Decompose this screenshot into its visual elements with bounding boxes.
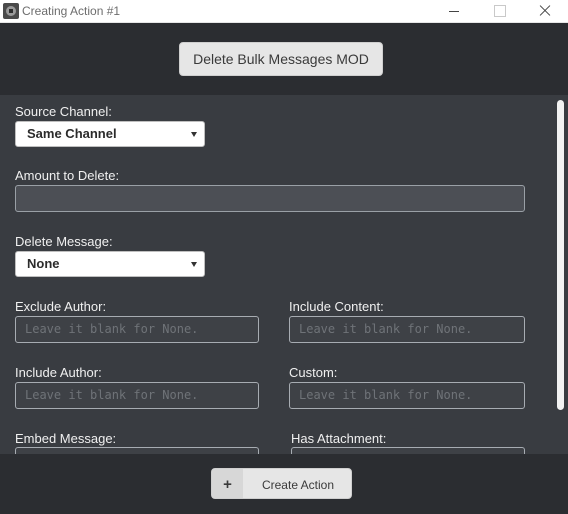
embed-message-select[interactable]: [15, 447, 259, 454]
include-author-label: Include Author:: [15, 365, 102, 380]
maximize-icon[interactable]: [477, 0, 522, 22]
include-content-input[interactable]: Leave it blank for None.: [289, 316, 525, 343]
form-panel: Source Channel: Same Channel Amount to D…: [0, 95, 568, 454]
has-attachment-select[interactable]: [291, 447, 525, 454]
delete-message-select[interactable]: None: [15, 251, 205, 277]
plus-icon: +: [212, 469, 243, 498]
header-area: Delete Bulk Messages MOD: [0, 23, 568, 95]
exclude-author-input[interactable]: Leave it blank for None.: [15, 316, 259, 343]
chevron-down-icon: [191, 262, 197, 267]
scrollbar[interactable]: [555, 95, 568, 454]
window-title: Creating Action #1: [22, 4, 121, 18]
source-channel-label: Source Channel:: [15, 104, 112, 119]
custom-placeholder: Leave it blank for None.: [299, 388, 473, 402]
app-icon: [3, 3, 19, 19]
exclude-author-label: Exclude Author:: [15, 299, 107, 314]
custom-label: Custom:: [289, 365, 338, 380]
custom-input[interactable]: Leave it blank for None.: [289, 382, 525, 409]
minimize-icon[interactable]: [432, 0, 477, 22]
has-attachment-label: Has Attachment:: [291, 431, 387, 446]
source-channel-value: Same Channel: [27, 126, 117, 141]
amount-input[interactable]: [15, 185, 525, 212]
include-content-label: Include Content:: [289, 299, 384, 314]
close-icon[interactable]: [522, 0, 567, 22]
amount-label: Amount to Delete:: [15, 168, 120, 183]
chevron-down-icon: [191, 132, 197, 137]
include-content-placeholder: Leave it blank for None.: [299, 322, 473, 336]
source-channel-select[interactable]: Same Channel: [15, 121, 205, 147]
mod-name-button[interactable]: Delete Bulk Messages MOD: [179, 42, 383, 76]
include-author-input[interactable]: Leave it blank for None.: [15, 382, 259, 409]
scrollbar-thumb[interactable]: [557, 100, 564, 410]
title-bar: Creating Action #1: [0, 0, 568, 23]
embed-message-label: Embed Message:: [15, 431, 117, 446]
footer: + Create Action: [0, 454, 568, 514]
include-author-placeholder: Leave it blank for None.: [25, 388, 199, 402]
create-action-label: Create Action: [261, 477, 335, 492]
create-action-button[interactable]: + Create Action: [211, 468, 352, 499]
exclude-author-placeholder: Leave it blank for None.: [25, 322, 199, 336]
delete-message-label: Delete Message:: [15, 234, 113, 249]
delete-message-value: None: [27, 256, 60, 271]
